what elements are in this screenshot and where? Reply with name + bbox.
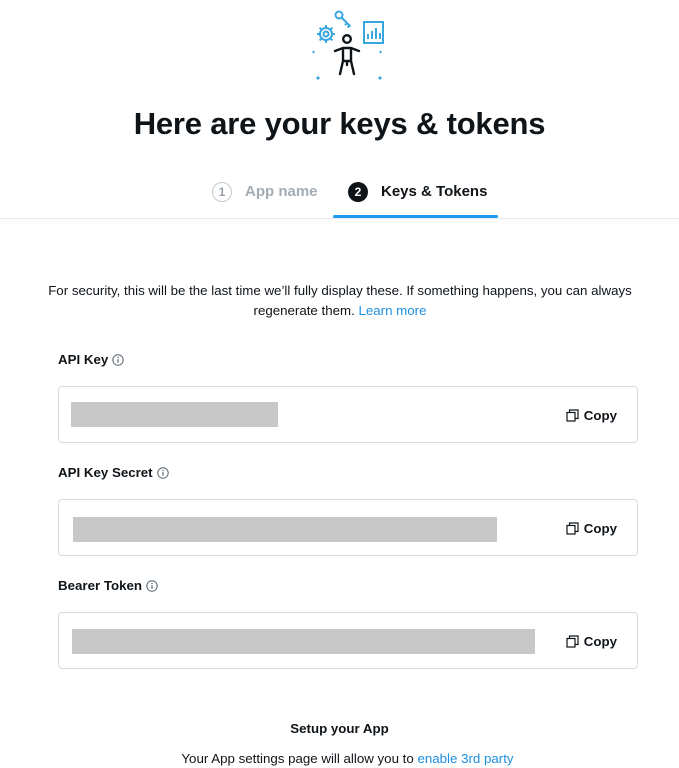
api-key-field: Copy <box>58 386 638 443</box>
header-divider <box>0 218 679 219</box>
security-notice-text: For security, this will be the last time… <box>48 283 632 318</box>
copy-icon <box>566 521 579 535</box>
copy-label: Copy <box>583 633 617 649</box>
copy-bearer-token-button[interactable]: Copy <box>566 631 617 651</box>
info-icon[interactable] <box>146 579 158 592</box>
enable-3rd-party-link[interactable]: enable 3rd party <box>417 751 513 766</box>
step-number-2: 2 <box>348 182 368 202</box>
bearer-token-label-text: Bearer Token <box>58 578 143 593</box>
setup-title: Setup your App <box>290 721 389 736</box>
copy-icon <box>566 408 579 422</box>
security-notice: For security, this will be the last time… <box>40 281 640 321</box>
bearer-token-label: Bearer Token <box>58 578 158 593</box>
bearer-token-redacted-value <box>72 629 535 654</box>
bearer-token-field: Copy <box>58 612 638 669</box>
step-label-keys-tokens: Keys & Tokens <box>381 183 488 200</box>
info-icon[interactable] <box>156 466 169 479</box>
setup-description: Your App settings page will allow you to… <box>0 751 679 766</box>
api-key-redacted-value <box>71 402 278 427</box>
page-title: Here are your keys & tokens <box>133 106 546 141</box>
stepper: 1 App name 2 Keys & Tokens <box>0 176 679 218</box>
setup-description-text: Your App settings page will allow you to <box>181 751 414 766</box>
developer-keys-illustration-icon <box>312 10 384 80</box>
step-label-app-name: App name <box>245 183 318 200</box>
step-keys-tokens[interactable]: 2 Keys & Tokens <box>333 176 498 218</box>
api-key-label-text: API Key <box>58 352 109 367</box>
copy-label: Copy <box>583 520 617 536</box>
step-app-name[interactable]: 1 App name <box>212 176 318 218</box>
info-icon[interactable] <box>112 353 124 366</box>
copy-api-key-button[interactable]: Copy <box>566 405 617 425</box>
api-key-secret-redacted-value <box>73 517 497 542</box>
api-key-secret-field: Copy <box>58 499 638 556</box>
api-key-secret-label: API Key Secret <box>58 465 169 480</box>
copy-icon <box>566 634 579 648</box>
api-key-label: API Key <box>58 352 124 367</box>
learn-more-link[interactable]: Learn more <box>358 303 426 318</box>
copy-label: Copy <box>583 407 617 423</box>
copy-api-key-secret-button[interactable]: Copy <box>566 518 617 538</box>
step-number-1: 1 <box>212 182 232 202</box>
api-key-secret-label-text: API Key Secret <box>58 465 153 480</box>
header-section: Here are your keys & tokens 1 App name 2… <box>0 0 679 218</box>
